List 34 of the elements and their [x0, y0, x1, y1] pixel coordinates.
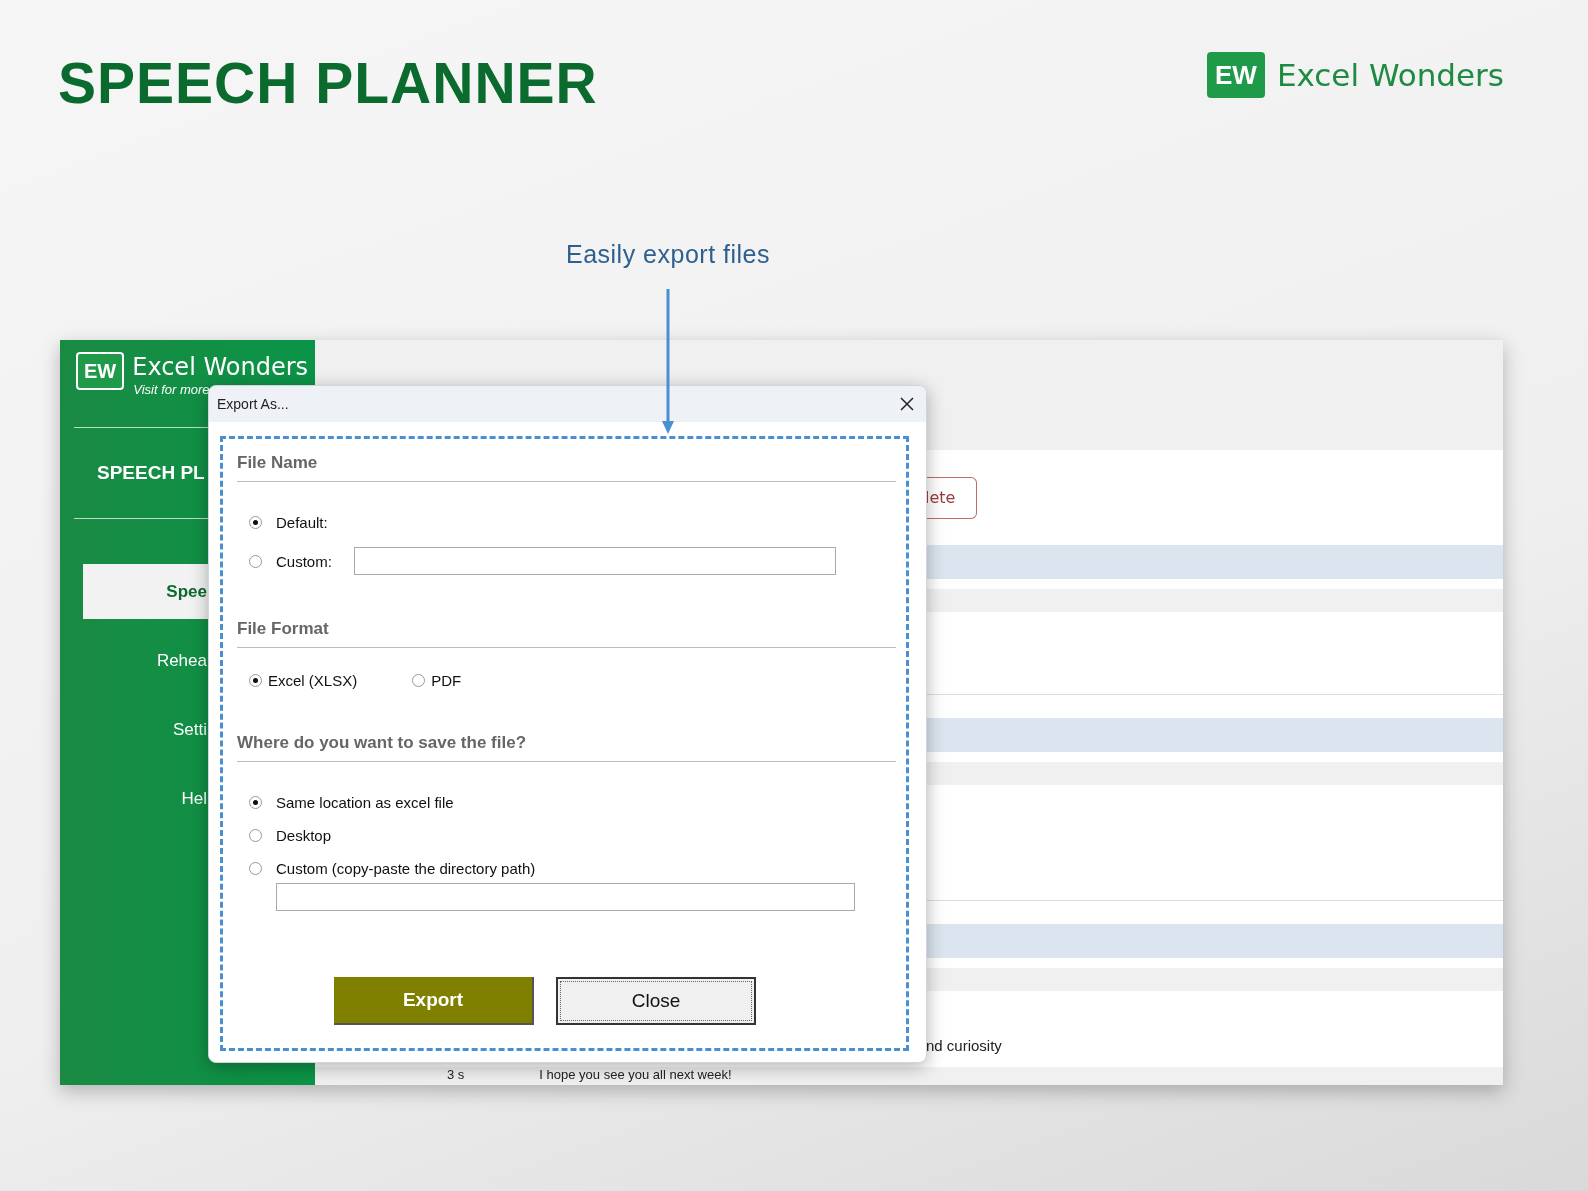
option-label: Desktop	[276, 827, 332, 844]
radio-button[interactable]	[249, 796, 262, 809]
export-button[interactable]: Export	[334, 977, 534, 1025]
input-field[interactable]	[276, 883, 855, 911]
page-title: SPEECH PLANNER	[58, 50, 598, 117]
callout-text: Easily export files	[566, 240, 770, 269]
tagline: Visit for more	[133, 382, 207, 397]
brand-name: Excel Wonders	[1276, 57, 1504, 93]
table-cell: I hope you see you all next week!	[539, 1067, 732, 1082]
option-label: Same location as excel file	[276, 794, 454, 811]
section-heading: File Format	[237, 619, 896, 648]
option-label: Default:	[276, 514, 328, 531]
option-label: Custom (copy-paste the directory path)	[276, 860, 536, 877]
brand-name: Excel Wonders	[132, 352, 308, 382]
input-field[interactable]	[353, 547, 836, 575]
radio-button[interactable]	[249, 829, 262, 842]
logo-mark: EW	[1207, 52, 1265, 98]
option-label: PDF	[431, 672, 462, 689]
radio-button[interactable]	[249, 554, 262, 568]
table-cell: nd curiosity	[926, 1036, 1002, 1054]
sidebar-title: SPEECH PL	[97, 462, 205, 483]
section-heading: Where do you want to save the file?	[237, 733, 896, 762]
option-label: Excel (XLSX)	[268, 672, 358, 689]
logo-mark: EW	[76, 352, 125, 390]
close-button[interactable]: Close	[556, 977, 756, 1025]
section-heading: File Name	[237, 453, 896, 482]
radio-button[interactable]	[249, 862, 262, 875]
close-icon[interactable]	[900, 397, 914, 411]
delete-button[interactable]: lete	[925, 476, 977, 519]
radio-button[interactable]	[412, 674, 426, 687]
radio-button[interactable]	[249, 516, 262, 529]
radio-button[interactable]	[249, 674, 262, 687]
table-cell: 3 s	[447, 1067, 465, 1082]
dialog-title: Export As...	[217, 396, 289, 412]
